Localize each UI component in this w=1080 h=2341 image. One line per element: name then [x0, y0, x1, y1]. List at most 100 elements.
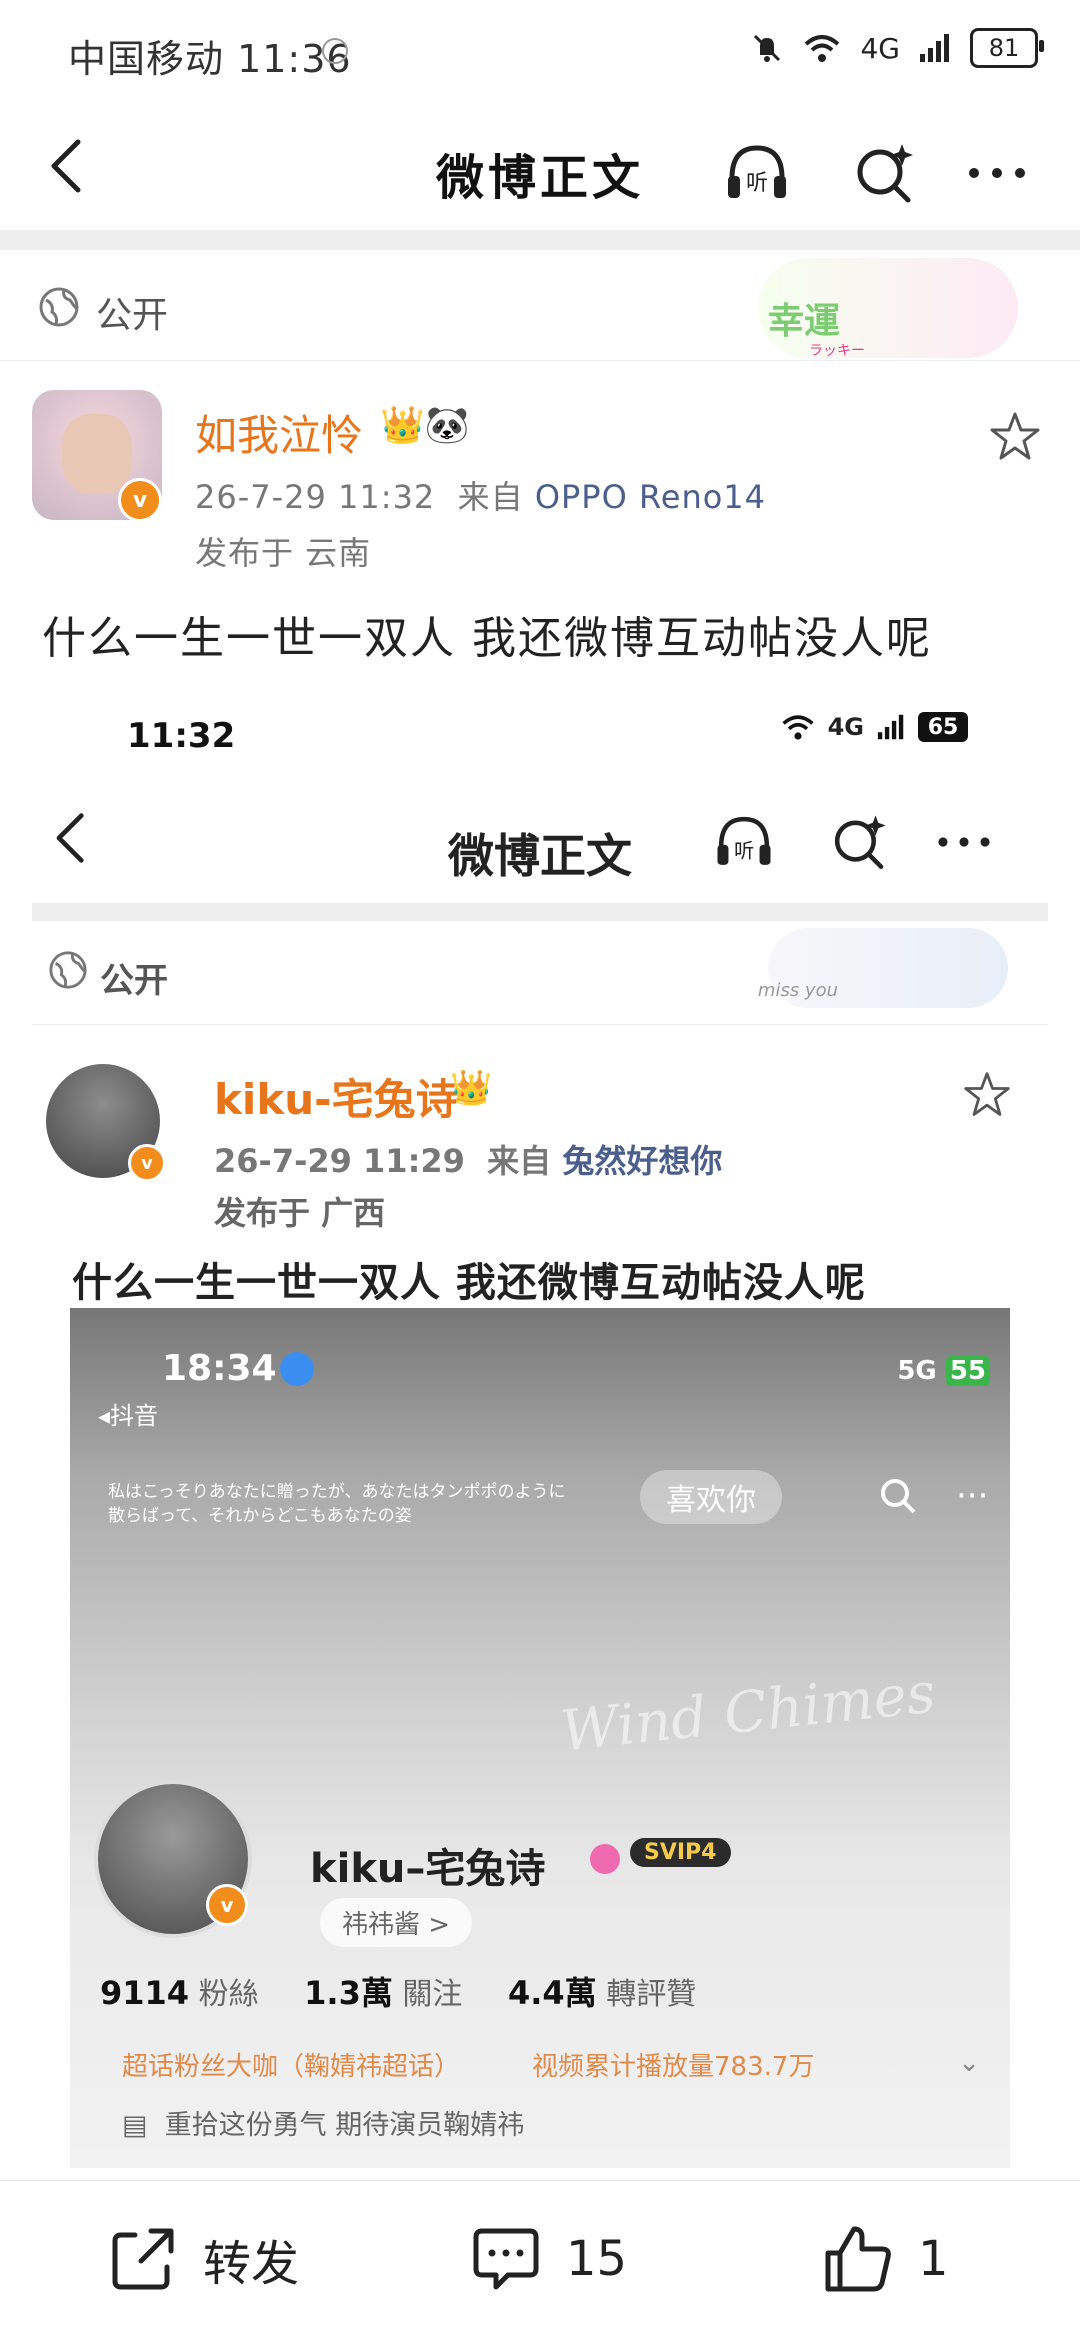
top-nav: 微博正文 听 — [0, 100, 1080, 230]
img-achievements: 超话粉丝大咖（鞠婧祎超话） 视频累计播放量783.7万 — [122, 2046, 814, 2083]
post-source[interactable]: OPPO Reno14 — [535, 478, 766, 516]
status-dot-icon — [322, 38, 348, 64]
inner-post-text: 什么一生一世一双人 我还微博互动帖没人呢 — [72, 1260, 866, 1306]
listen-headphones-icon[interactable]: 听 — [722, 138, 792, 208]
inner-wifi-icon — [782, 715, 814, 740]
bottom-action-bar: 转发 15 1 — [0, 2180, 1080, 2341]
thumbs-up-icon — [825, 2226, 891, 2292]
inner-post-meta: 26-7-29 11:29 来自 兔然好想你 — [214, 1136, 722, 1182]
search-sparkle-icon[interactable] — [850, 138, 920, 208]
inner-visibility-label: 公开 — [100, 961, 168, 1001]
inner-sticker-text: miss you — [757, 980, 838, 1001]
img-verified-mark: v — [220, 1893, 234, 1917]
inner-post-time: 26-7-29 11:29 — [214, 1142, 465, 1180]
stat-label: 關注 — [402, 1977, 463, 2012]
inner-verified-badge-icon: v — [128, 1144, 166, 1182]
visibility-label: 公开 — [96, 295, 169, 336]
stat-label: 粉絲 — [198, 1977, 259, 2012]
img-achievement-right: 视频累计播放量783.7万 — [532, 2052, 815, 2082]
inner-network: 4G — [827, 713, 864, 741]
inner-search-icon — [834, 815, 886, 869]
status-right: 4G 81 — [750, 28, 1044, 68]
img-signature-text: 重拾这份勇气 期待演员鞠婧祎 — [164, 2110, 525, 2141]
inner-post-location: 发布于 广西 — [214, 1194, 386, 1232]
mute-bell-icon — [754, 34, 781, 62]
img-watermark: Wind Chimes — [557, 1660, 939, 1765]
img-battery: 55 — [945, 1356, 990, 1386]
comment-icon — [473, 2228, 539, 2290]
img-verified-badge-icon: v — [206, 1884, 248, 1926]
img-svip-badge: SVIP4 — [630, 1838, 731, 1867]
inner-page-title: 微博正文 — [448, 829, 632, 883]
wifi-icon — [805, 35, 840, 62]
embedded-profile-image: 18:34 ◂抖音 5G 55 私はこっそりあなたに贈ったが、あなたはタンポポの… — [70, 1308, 1010, 2168]
more-dots-icon[interactable] — [962, 138, 1032, 208]
stat-num: 1.3萬 — [304, 1974, 393, 2012]
inner-status-time: 11:32 — [127, 716, 236, 756]
img-back-app: ◂抖音 — [98, 1402, 159, 1430]
battery-icon: 81 — [970, 28, 1044, 68]
location-arrow-icon — [280, 1352, 314, 1386]
inner-more-icon — [938, 837, 990, 847]
inner-signal-icon — [877, 714, 904, 740]
inner-status-right: 4G 65 — [780, 712, 968, 742]
status-bar: 中国移动 11:36 4G 81 — [0, 0, 1080, 100]
inner-globe-icon — [49, 951, 87, 989]
comment-count: 15 — [566, 2231, 628, 2287]
globe-icon — [39, 287, 79, 327]
listen-label: 听 — [746, 171, 768, 196]
post-text: 什么一生一世一双人 我还微博互动帖没人呢 — [42, 613, 932, 664]
img-signature: ▤ 重拾这份勇气 期待演员鞠婧祎 — [122, 2110, 525, 2141]
img-status-time: 18:34 — [162, 1348, 277, 1389]
verified-badge-icon: v — [118, 478, 162, 522]
signal-icon — [920, 34, 949, 62]
stat-num: 4.4萬 — [507, 1974, 597, 2012]
author-badges: 👑🐼 — [380, 405, 470, 446]
img-like-label: 喜欢你 — [666, 1483, 756, 1518]
like-count: 1 — [918, 2231, 949, 2287]
repost-button[interactable]: 转发 — [105, 2221, 299, 2297]
img-like-button: 喜欢你 — [640, 1470, 782, 1524]
inner-divider — [32, 903, 1048, 921]
stat-label: 轉評贊 — [606, 1977, 697, 2012]
inner-verified-mark: v — [141, 1152, 153, 1174]
stat-num: 9114 — [100, 1974, 190, 2012]
post-location: 发布于 云南 — [195, 534, 372, 572]
verified-mark: v — [132, 487, 148, 513]
section-divider — [0, 230, 1080, 250]
post-meta: 26-7-29 11:32 来自 OPPO Reno14 — [195, 472, 766, 518]
img-more-icon: ··· — [956, 1476, 989, 1516]
inner-listen-icon: 听 — [717, 816, 771, 865]
inner-battery-level: 65 — [927, 714, 959, 740]
carrier-time: 中国移动 11:36 — [68, 37, 352, 81]
img-gender-icon — [590, 1844, 620, 1874]
inner-star-icon — [964, 1072, 1010, 1116]
network-type: 4G — [860, 31, 900, 65]
embedded-screenshot[interactable]: 11:32 4G 65 微博正文 听 公开 miss you v kiku-宅兔… — [32, 688, 1048, 2168]
img-tag: 祎祎酱 > — [320, 1898, 473, 1947]
avatar-face — [62, 414, 132, 494]
favorite-star-icon[interactable] — [988, 410, 1042, 464]
img-network: 5G — [897, 1356, 937, 1386]
like-button[interactable]: 1 — [820, 2221, 949, 2297]
img-search-icon — [881, 1479, 916, 1514]
inner-author-name: kiku-宅兔诗 — [214, 1075, 458, 1124]
from-label: 来自 — [457, 478, 524, 516]
comment-button[interactable]: 15 — [468, 2221, 627, 2297]
inner-listen-label: 听 — [734, 839, 754, 863]
img-achievement-left: 超话粉丝大咖（鞠婧祎超话） — [122, 2052, 461, 2082]
img-japanese-text: 私はこっそりあなたに贈ったが、あなたはタンポポのように散らばって、それからどこも… — [108, 1482, 566, 1526]
inner-from-label: 来自 — [487, 1142, 552, 1180]
author-name[interactable]: 如我泣怜 — [195, 402, 363, 463]
post-time: 26-7-29 11:32 — [195, 478, 436, 516]
sticker-subtext: ラッキー — [809, 343, 865, 359]
repost-icon — [112, 2228, 174, 2290]
battery-level: 81 — [988, 34, 1020, 62]
visibility-row: 公开 幸運 ラッキー — [0, 250, 1080, 361]
sticker-text: 幸運 — [767, 301, 840, 342]
img-stats: 9114 粉絲 1.3萬 關注 4.4萬 轉評贊 — [100, 1968, 732, 2014]
img-status-right: 5G 55 — [897, 1356, 990, 1386]
inner-crown-icon: 👑 — [450, 1068, 493, 1108]
img-chevron-down-icon: ⌄ — [958, 2048, 980, 2078]
img-profile-name: kiku–宅兔诗 — [310, 1846, 546, 1892]
